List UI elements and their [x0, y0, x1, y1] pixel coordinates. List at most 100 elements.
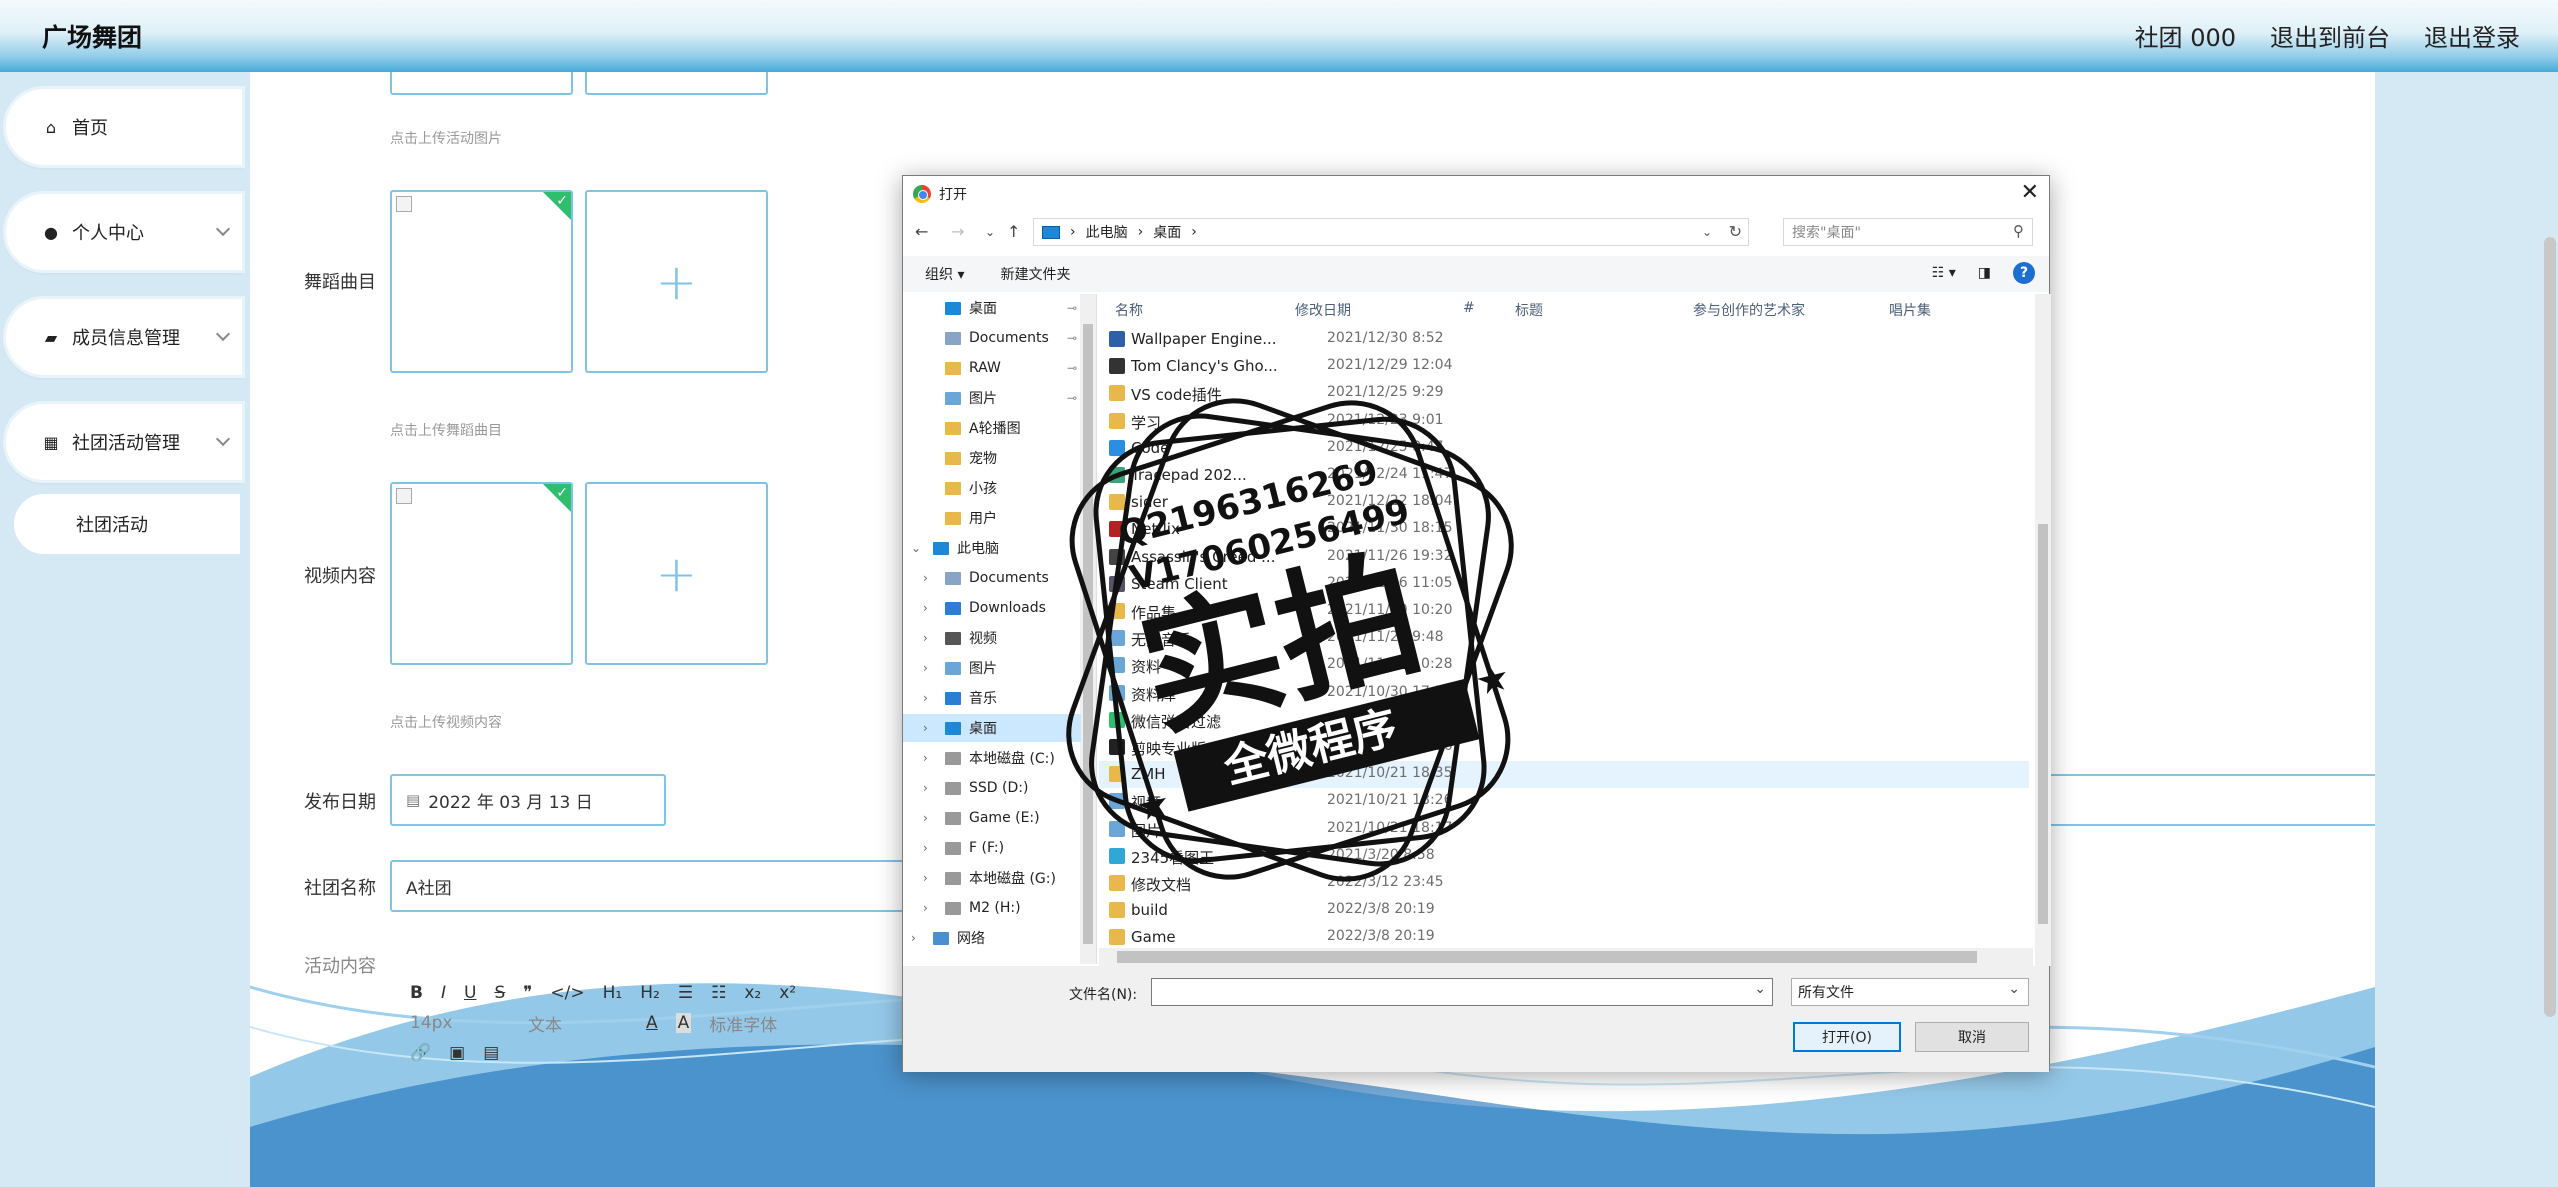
expand-chevron-icon[interactable]: ›	[911, 931, 916, 945]
italic-button[interactable]: I	[441, 983, 446, 1003]
nav-scrollbar[interactable]	[1080, 294, 1096, 964]
nav-pane-item[interactable]: › 本地磁盘 (C:)	[903, 744, 1081, 772]
bg-color-button[interactable]: A	[675, 1013, 692, 1033]
file-row[interactable]: Netflix 2021/11/30 18:15	[1099, 516, 2029, 543]
nav-pane-item[interactable]: › Game (E:)	[903, 804, 1081, 832]
sidebar-item-profile[interactable]: ● 个人中心	[6, 194, 242, 270]
expand-chevron-icon[interactable]: ›	[923, 781, 928, 795]
expand-chevron-icon[interactable]: ›	[923, 631, 928, 645]
bullet-list-button[interactable]: ☷	[711, 983, 726, 1003]
text-style-select[interactable]: 文本	[528, 1011, 628, 1036]
nav-pane-item[interactable]: 宠物	[903, 444, 1081, 472]
file-scroll-thumb[interactable]	[2038, 524, 2048, 924]
code-button[interactable]: </>	[550, 983, 584, 1003]
video-upload-add[interactable]: +	[585, 482, 768, 665]
expand-chevron-icon[interactable]: ›	[923, 841, 928, 855]
file-row[interactable]: 无损音乐 2021/11/20 9:48	[1099, 625, 2029, 652]
file-row[interactable]: 视频 2021/10/21 18:26	[1099, 788, 2029, 815]
col-number[interactable]: #	[1463, 300, 1475, 316]
club-account-link[interactable]: 社团 000	[2135, 18, 2236, 53]
file-row[interactable]: Steam Client 2021/11/26 11:05	[1099, 571, 2029, 598]
close-icon[interactable]: ✕	[2021, 180, 2039, 205]
nav-pane-item[interactable]: › SSD (D:)	[903, 774, 1081, 802]
back-arrow-icon[interactable]: ←	[915, 222, 928, 241]
file-row[interactable]: Assassin's Creed ... 2021/11/26 19:32	[1099, 544, 2029, 571]
file-row[interactable]: Tom Clancy's Gho... 2021/12/29 12:04	[1099, 353, 2029, 380]
expand-chevron-icon[interactable]: ›	[923, 811, 928, 825]
scroll-thumb[interactable]	[2544, 237, 2556, 1017]
refresh-icon[interactable]: ↻	[1729, 222, 1742, 241]
strike-button[interactable]: S	[494, 983, 505, 1003]
new-folder-button[interactable]: 新建文件夹	[1000, 264, 1070, 284]
file-row[interactable]: build 2022/3/8 20:19	[1099, 897, 2029, 924]
music-upload-add[interactable]: +	[585, 190, 768, 373]
filename-input[interactable]	[1151, 978, 1773, 1006]
music-upload-thumb[interactable]: ✓	[390, 190, 573, 373]
ordered-list-button[interactable]: ☰	[678, 983, 693, 1003]
view-options-icon[interactable]: ☷ ▾	[1932, 265, 1956, 281]
nav-pane-item[interactable]: 图片 ⊸	[903, 384, 1081, 412]
breadcrumb-desktop[interactable]: 桌面	[1153, 222, 1181, 242]
file-row[interactable]: 修改文档 2022/3/12 23:45	[1099, 870, 2029, 897]
nav-pane-item[interactable]: 小孩	[903, 474, 1081, 502]
expand-chevron-icon[interactable]: ›	[923, 721, 928, 735]
dialog-search-input[interactable]: 搜索"桌面" ⚲	[1783, 218, 2033, 246]
col-album[interactable]: 唱片集	[1889, 300, 1931, 320]
image-icon[interactable]: ▣	[449, 1043, 465, 1063]
nav-pane-item[interactable]: ⌄ 此电脑	[903, 534, 1081, 562]
file-row[interactable]: sider 2021/12/22 18:04	[1099, 489, 2029, 516]
sidebar-item-home[interactable]: ⌂ 首页	[6, 89, 242, 165]
bold-button[interactable]: B	[410, 983, 423, 1003]
sidebar-item-activities[interactable]: ▦ 社团活动管理	[6, 404, 242, 480]
quote-button[interactable]: ❞	[523, 983, 532, 1003]
file-row[interactable]: Tracepad 202... 2021/12/24 11:47	[1099, 462, 2029, 489]
open-button[interactable]: 打开(O)	[1793, 1022, 1901, 1052]
superscript-button[interactable]: x²	[779, 983, 796, 1003]
file-row[interactable]: Wallpaper Engine... 2021/12/30 8:52	[1099, 326, 2029, 353]
file-hscrollbar[interactable]	[1099, 948, 2033, 966]
expand-chevron-icon[interactable]: ›	[923, 571, 928, 585]
image-upload-thumb[interactable]	[390, 72, 573, 95]
nav-pane-item[interactable]: 用户	[903, 504, 1081, 532]
file-row[interactable]: 作品集 2021/11/20 10:20	[1099, 598, 2029, 625]
col-name[interactable]: 名称	[1115, 300, 1143, 320]
nav-pane-item[interactable]: › F (F:)	[903, 834, 1081, 862]
nav-pane-item[interactable]: › 桌面	[903, 714, 1081, 742]
nav-pane-item[interactable]: › 视频	[903, 624, 1081, 652]
col-artist[interactable]: 参与创作的艺术家	[1693, 300, 1805, 320]
page-scrollbar[interactable]	[2375, 72, 2558, 1187]
nav-pane-item[interactable]: › 本地磁盘 (G:)	[903, 864, 1081, 892]
filetype-select[interactable]: 所有文件	[1791, 978, 2029, 1006]
video-icon[interactable]: ▤	[483, 1043, 499, 1063]
expand-chevron-icon[interactable]: ›	[923, 751, 928, 765]
preview-pane-icon[interactable]: ◨	[1978, 265, 1991, 281]
nav-scroll-thumb[interactable]	[1083, 324, 1093, 944]
file-hscroll-thumb[interactable]	[1117, 951, 1977, 963]
nav-pane-item[interactable]: › 图片	[903, 654, 1081, 682]
logout-link[interactable]: 退出登录	[2424, 18, 2520, 53]
nav-pane-item[interactable]: › M2 (H:)	[903, 894, 1081, 922]
file-row[interactable]: 资料 2021/11/16 10:28	[1099, 652, 2029, 679]
file-row[interactable]: VS code插件 2021/12/25 9:29	[1099, 380, 2029, 407]
subscript-button[interactable]: x₂	[744, 983, 761, 1003]
sidebar-item-members[interactable]: ▰ 成员信息管理	[6, 299, 242, 375]
nav-pane-item[interactable]: › Documents	[903, 564, 1081, 592]
nav-pane-item[interactable]: Documents ⊸	[903, 324, 1081, 352]
image-upload-add[interactable]	[585, 72, 768, 95]
file-row[interactable]: ZMH 2021/10/21 18:35	[1099, 761, 2029, 789]
file-row[interactable]: Code 2021/12/25 8:47	[1099, 435, 2029, 462]
expand-chevron-icon[interactable]: ›	[923, 691, 928, 705]
file-row[interactable]: 剪映专业版 2021/10/25 20:36	[1099, 734, 2029, 761]
file-scrollbar[interactable]	[2035, 294, 2051, 966]
file-row[interactable]: 2345看图王 2021/3/20 8:58	[1099, 843, 2029, 870]
breadcrumb-this-pc[interactable]: 此电脑	[1086, 222, 1128, 242]
nav-pane-item[interactable]: › 网络	[903, 924, 1081, 952]
col-date[interactable]: 修改日期	[1295, 300, 1351, 320]
h2-button[interactable]: H₂	[640, 983, 660, 1003]
date-picker[interactable]: ▤ 2022 年 03 月 13 日	[390, 774, 666, 826]
file-row[interactable]: 学习 2021/12/23 9:01	[1099, 408, 2029, 435]
expand-chevron-icon[interactable]: ›	[923, 901, 928, 915]
video-upload-thumb[interactable]: ✓	[390, 482, 573, 665]
link-icon[interactable]: 🔗	[410, 1043, 431, 1063]
nav-pane-item[interactable]: RAW ⊸	[903, 354, 1081, 382]
